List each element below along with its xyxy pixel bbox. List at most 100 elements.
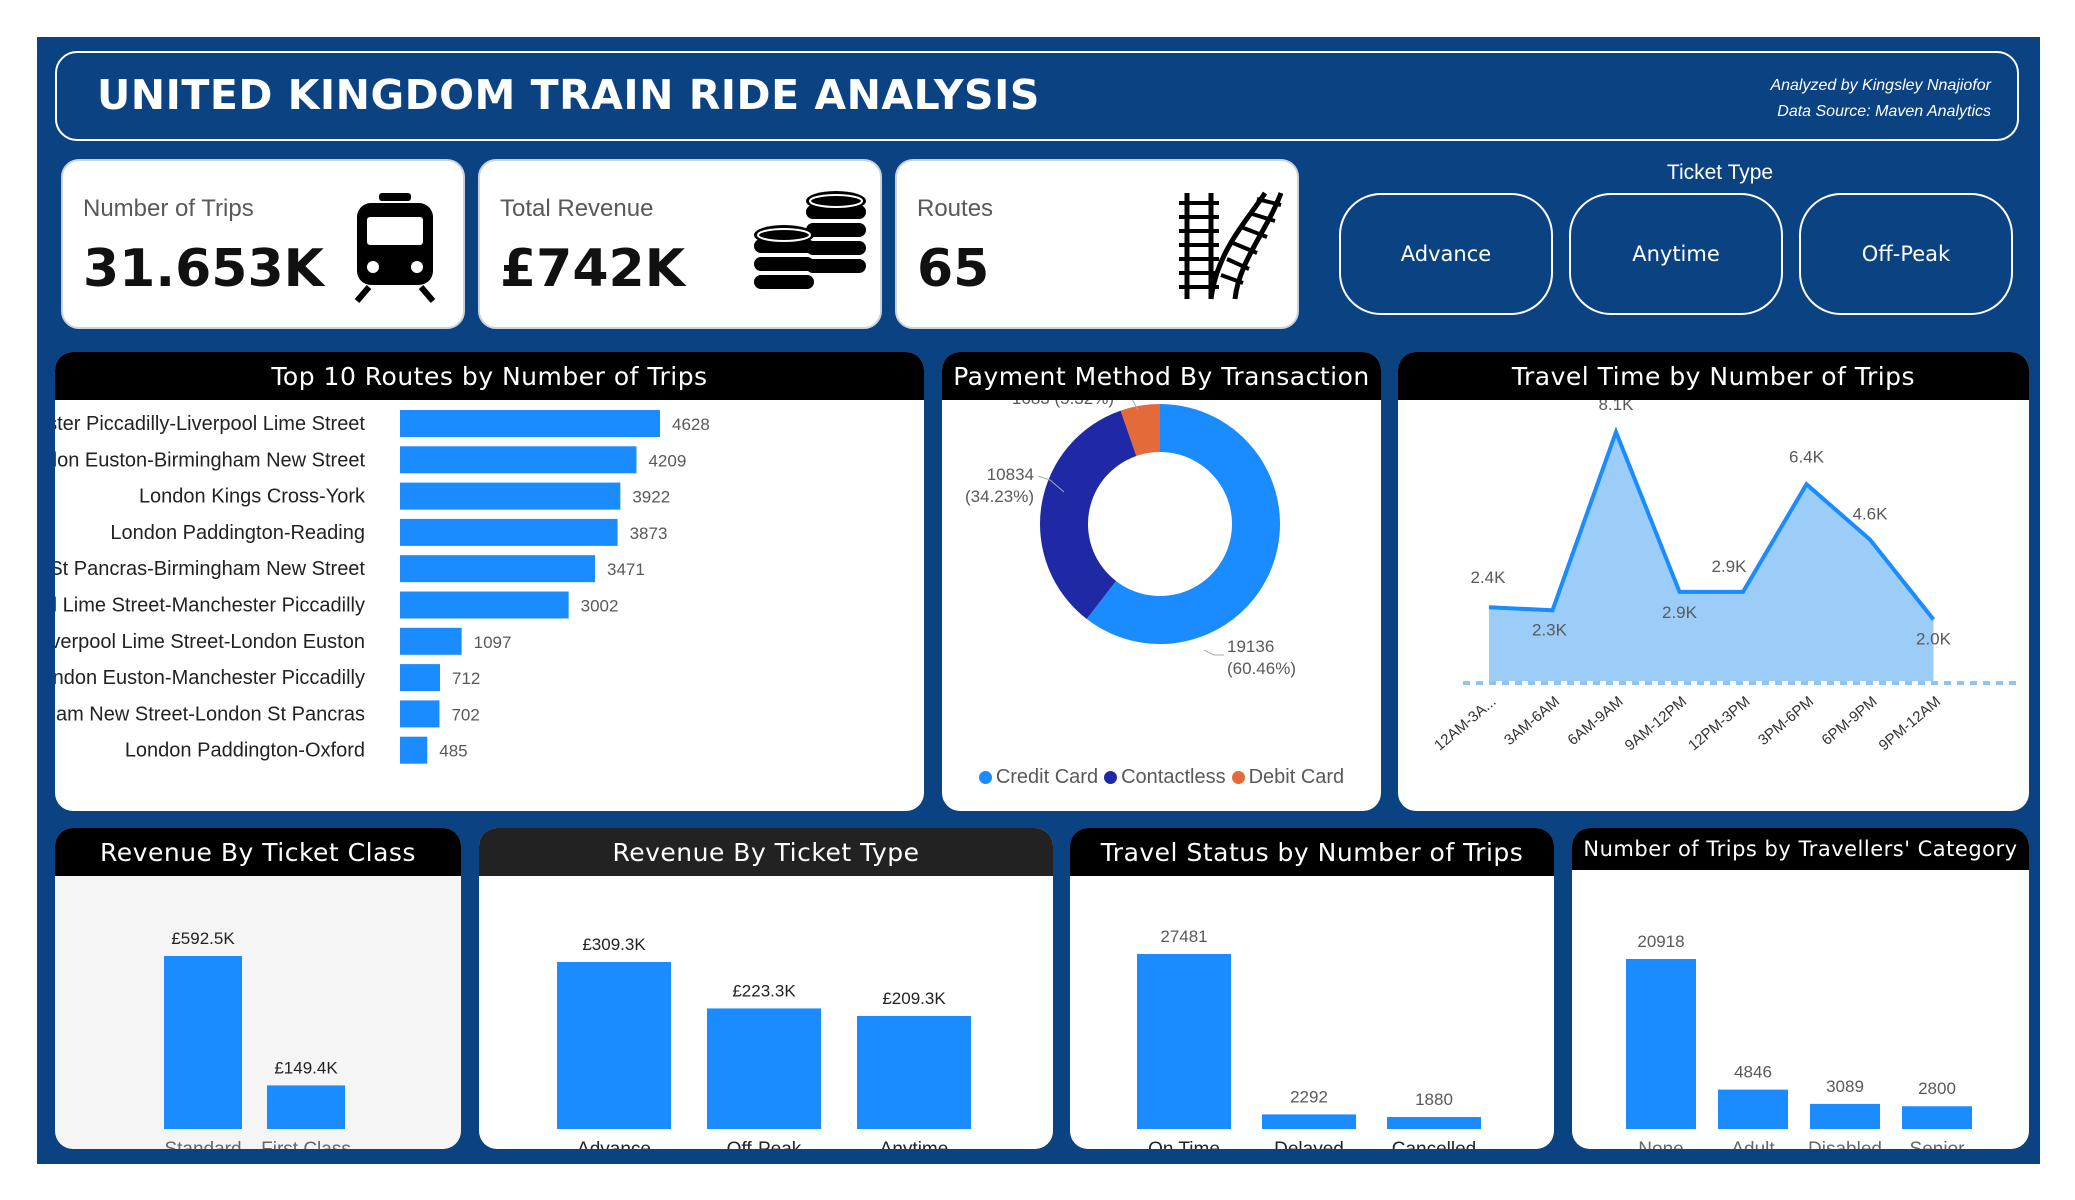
legend-item: Debit Card [1231, 766, 1345, 789]
bar-value-label: 3089 [1826, 1077, 1864, 1096]
kpi-value: £742K [500, 239, 686, 299]
bar [164, 956, 242, 1129]
legend-swatch [1231, 771, 1245, 784]
bar [1902, 1106, 1972, 1129]
slice-value-label: 10834 [987, 465, 1034, 484]
route-bar [400, 482, 621, 510]
legend-item: Contactless [1104, 766, 1226, 789]
panel-title: Travel Status by Number of Trips [1070, 828, 1554, 876]
panel-title: Revenue By Ticket Type [479, 828, 1053, 876]
panel-title: Travel Time by Number of Trips [1398, 352, 2029, 400]
route-value-label: 4628 [672, 415, 710, 434]
bar-value-label: 2800 [1918, 1079, 1956, 1098]
panel-travel-time: 2.4K 2.3K 8.1K 2.9K 2.9K 6.4K 4.6K 2.0K 12AM-3A.… [1398, 352, 2029, 811]
x-category-label: Anytime [880, 1139, 949, 1149]
ticket-type-offpeak-button[interactable]: Off-Peak [1799, 193, 2013, 315]
bar [1387, 1117, 1481, 1129]
route-value-label: 3922 [632, 488, 670, 507]
x-category-label: Advance [577, 1139, 651, 1149]
x-category-label: Adult [1731, 1139, 1775, 1149]
top-routes-chart: Manchester Piccadilly-Liverpool Lime Str… [55, 410, 710, 764]
ticket-type-advance-button[interactable]: Advance [1339, 193, 1553, 315]
slice-value-label: (34.23%) [965, 487, 1034, 506]
payment-donut-chart: 19136(60.46%)10834(34.23%)1683 (5.32%) [965, 389, 1296, 678]
panel-ticket-class: £592.5K Standard £149.4K First Class Revenu… [55, 828, 461, 1149]
route-label: London Paddington-Reading [110, 522, 365, 544]
legend-label: Contactless [1121, 766, 1226, 788]
x-category-label: None [1638, 1139, 1683, 1149]
route-label: Liverpool Lime Street-London Euston [55, 631, 365, 653]
bar [1262, 1114, 1356, 1129]
x-tick-label: 12PM-3PM [1685, 693, 1753, 754]
train-icon [354, 193, 436, 303]
bar-value-label: £223.3K [732, 981, 796, 1000]
legend-item: Credit Card [978, 766, 1099, 789]
bar [857, 1015, 971, 1129]
ticket-type-anytime-button[interactable]: Anytime [1569, 193, 1783, 315]
x-tick-label: 9AM-12PM [1622, 693, 1690, 754]
x-category-label: Standard [164, 1139, 241, 1149]
route-label: London Kings Cross-York [139, 486, 366, 508]
legend-label: Debit Card [1248, 766, 1345, 788]
route-bar [400, 446, 637, 474]
panel-payment: 19136(60.46%)10834(34.23%)1683 (5.32%) P… [942, 352, 1381, 811]
x-tick-label: 6PM-9PM [1819, 693, 1881, 749]
kpi-card-trips: Number of Trips 31.653K [61, 159, 465, 329]
bar-value-label: £592.5K [171, 929, 235, 948]
bar-value-label: £209.3K [882, 989, 946, 1008]
point-value-label: 2.9K [1662, 603, 1698, 622]
bar-value-label: 20918 [1637, 932, 1684, 951]
bar-value-label: 1880 [1415, 1090, 1453, 1109]
header: UNITED KINGDOM TRAIN RIDE ANALYSIS Analy… [55, 51, 2019, 141]
route-bar [400, 555, 595, 583]
legend-label: Credit Card [995, 766, 1099, 788]
travel-time-area-chart: 2.4K2.3K8.1K2.9K2.9K6.4K4.6K2.0K12AM-3A.… [1431, 395, 2018, 754]
panel-title: Top 10 Routes by Number of Trips [55, 352, 924, 400]
route-value-label: 3471 [607, 560, 645, 579]
point-value-label: 4.6K [1853, 505, 1889, 524]
ticket-type-title: Ticket Type [1666, 161, 1774, 184]
travellers-bar-chart: 20918 None 4846 Adult 3089 Disabled 2800 Senior [1626, 932, 1972, 1149]
bar [1810, 1103, 1880, 1129]
kpi-label: Routes [917, 195, 994, 222]
route-bar [400, 627, 462, 655]
analyzed-by: Analyzed by Kingsley Nnajiofor [1770, 77, 1991, 94]
kpi-label: Total Revenue [500, 195, 654, 222]
travel-status-bar-chart: 27481 On Time 2292 Delayed 1880 Cancelled [1137, 927, 1481, 1149]
route-label: London Euston-Manchester Piccadilly [55, 667, 365, 689]
kpi-value: 65 [917, 239, 990, 299]
route-label: Birmingham New Street-London St Pancras [55, 703, 365, 725]
route-label: London Paddington-Oxford [125, 740, 365, 762]
x-category-label: Delayed [1274, 1139, 1344, 1149]
kpi-label: Number of Trips [83, 195, 254, 222]
ticket-class-bar-chart: £592.5K Standard £149.4K First Class [164, 929, 351, 1149]
legend-swatch [1104, 771, 1118, 784]
x-tick-label: 3PM-6PM [1755, 693, 1817, 749]
bar-value-label: £149.4K [274, 1058, 338, 1077]
ticket-type-bar-chart: £309.3K Advance £223.3K Off-Peak £209.3K Anyt… [557, 935, 971, 1149]
slice-value-label: (60.46%) [1227, 659, 1296, 678]
point-value-label: 6.4K [1789, 447, 1825, 466]
x-tick-label: 9PM-12AM [1876, 693, 1944, 754]
route-bar [400, 591, 569, 619]
route-bar [400, 518, 618, 546]
kpi-card-routes: Routes 65 [895, 159, 1299, 329]
route-label: London St Pancras-Birmingham New Street [55, 558, 365, 580]
bar-value-label: 2292 [1290, 1087, 1328, 1106]
x-category-label: On Time [1148, 1139, 1220, 1149]
credits: Analyzed by Kingsley Nnajiofor Data Sour… [1770, 73, 1991, 125]
route-value-label: 3002 [581, 597, 619, 616]
x-tick-label: 12AM-3A... [1431, 693, 1499, 754]
panel-ticket-type: £309.3K Advance £223.3K Off-Peak £209.3K Anyt… [479, 828, 1053, 1149]
bar-value-label: £309.3K [582, 935, 646, 954]
point-value-label: 2.0K [1916, 630, 1952, 649]
route-value-label: 4209 [648, 451, 686, 470]
rail-tracks-icon [1179, 191, 1283, 300]
bar [557, 962, 671, 1129]
bar [1718, 1089, 1788, 1129]
route-value-label: 712 [452, 669, 480, 688]
kpi-value: 31.653K [83, 239, 324, 299]
x-category-label: Off-Peak [727, 1139, 802, 1149]
x-category-label: Disabled [1808, 1139, 1882, 1149]
kpi-card-revenue: Total Revenue £742K [478, 159, 882, 329]
